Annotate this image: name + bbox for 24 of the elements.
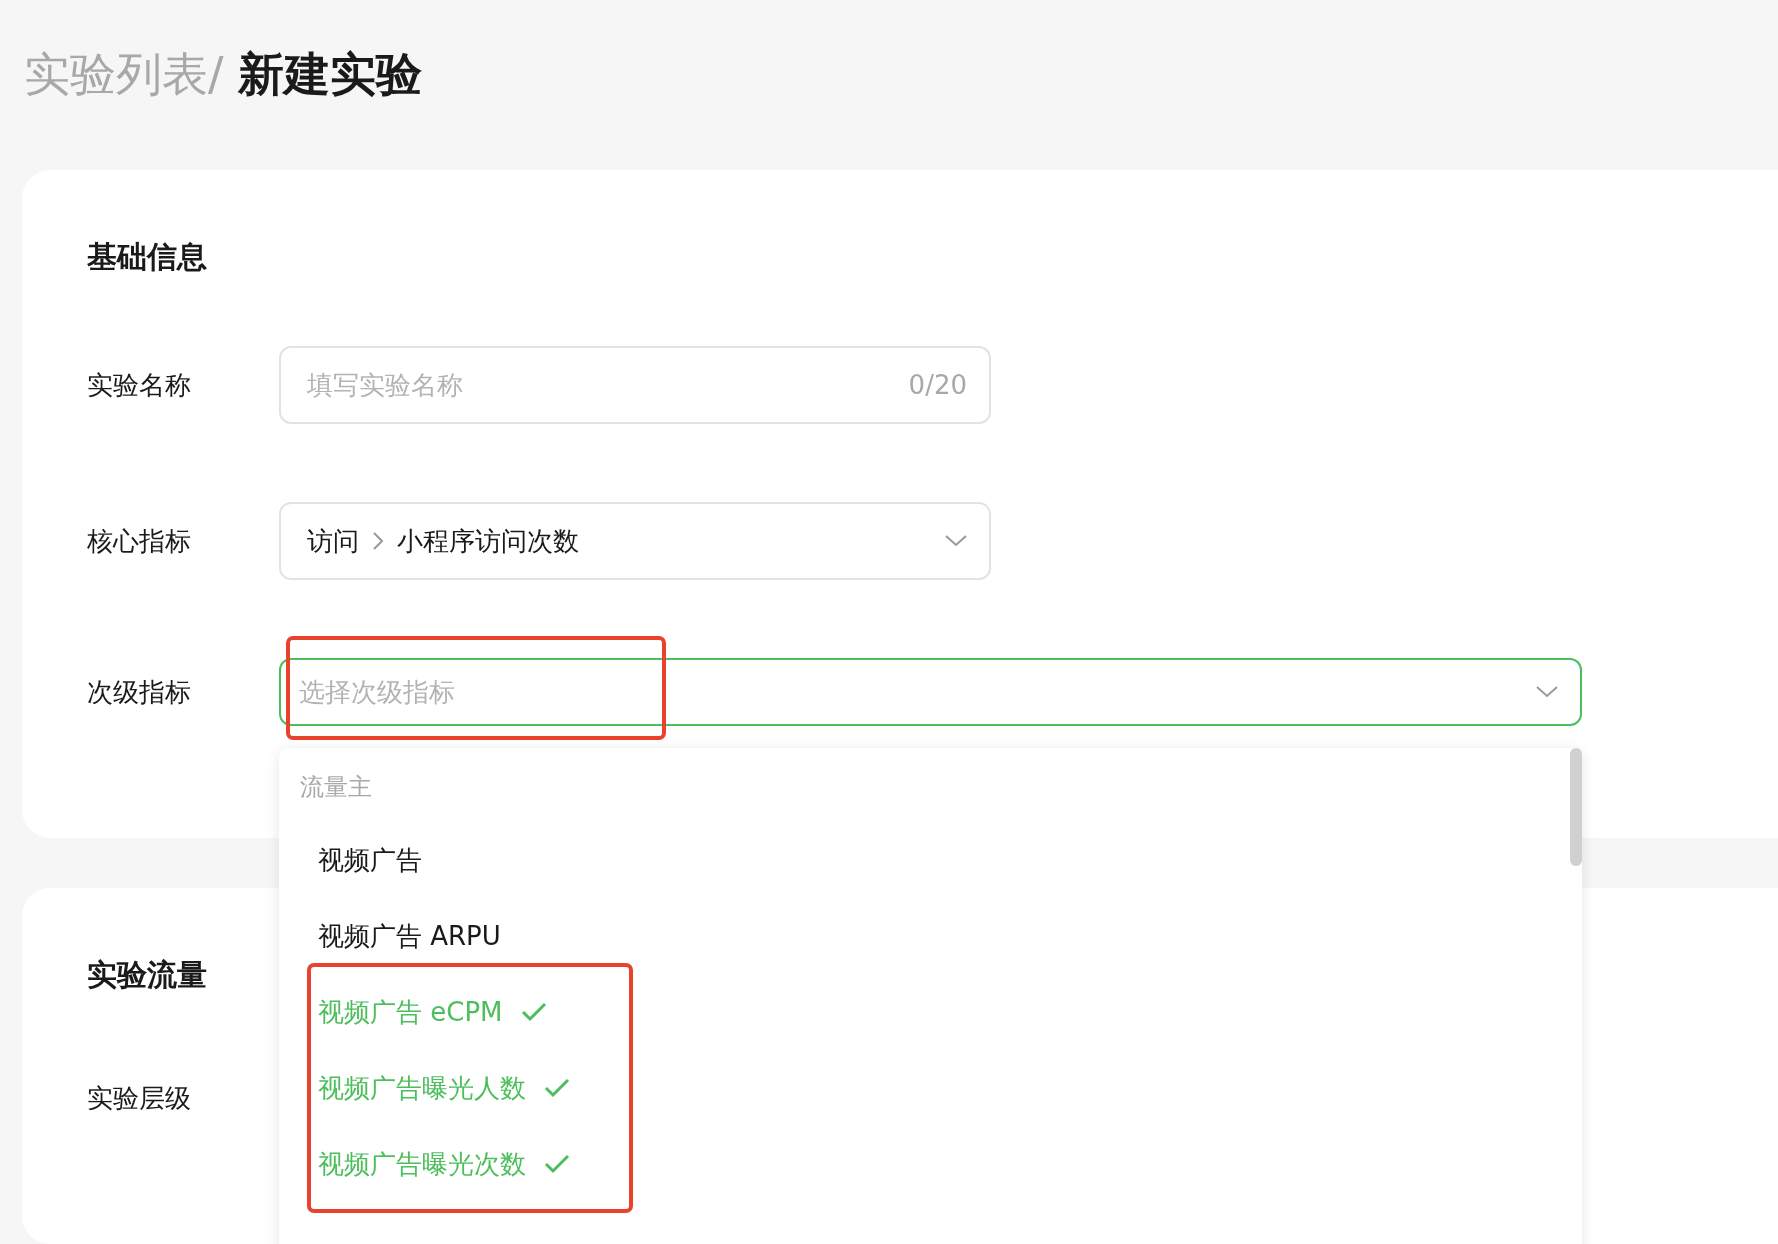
- field-label: 实验层级: [87, 1081, 192, 1115]
- field-label: 核心指标: [87, 524, 192, 558]
- breadcrumb-link[interactable]: 实验列表/: [24, 44, 224, 106]
- check-icon: [544, 1078, 570, 1098]
- dropdown-option[interactable]: 视频广告: [279, 822, 1558, 898]
- field-label: 实验名称: [87, 368, 192, 402]
- dropdown-option[interactable]: 视频广告 ARPU: [279, 898, 1558, 974]
- chevron-down-icon: [945, 535, 967, 547]
- dropdown-option[interactable]: 视频广告 eCPM: [279, 974, 1558, 1050]
- chevron-right-icon: [373, 532, 383, 550]
- select-field[interactable]: 选择次级指标: [279, 658, 1582, 726]
- dropdown-option[interactable]: 视频广告曝光人数: [279, 1050, 1558, 1126]
- page-title: 新建实验: [237, 46, 422, 103]
- scrollbar[interactable]: [1570, 748, 1582, 866]
- check-icon: [520, 1002, 547, 1022]
- group-header: 流量主: [299, 772, 373, 803]
- name-input[interactable]: 填写实验名称 0/20: [279, 346, 991, 424]
- check-icon: [544, 1154, 570, 1174]
- section-title: 基础信息: [87, 238, 208, 276]
- field-label: 次级指标: [87, 675, 192, 709]
- dropdown-option[interactable]: 视频广告曝光次数: [279, 1126, 1558, 1202]
- metric-select[interactable]: 访问 小程序访问次数: [279, 502, 991, 580]
- section-title: 实验流量: [87, 956, 208, 994]
- chevron-down-icon: [1536, 686, 1558, 698]
